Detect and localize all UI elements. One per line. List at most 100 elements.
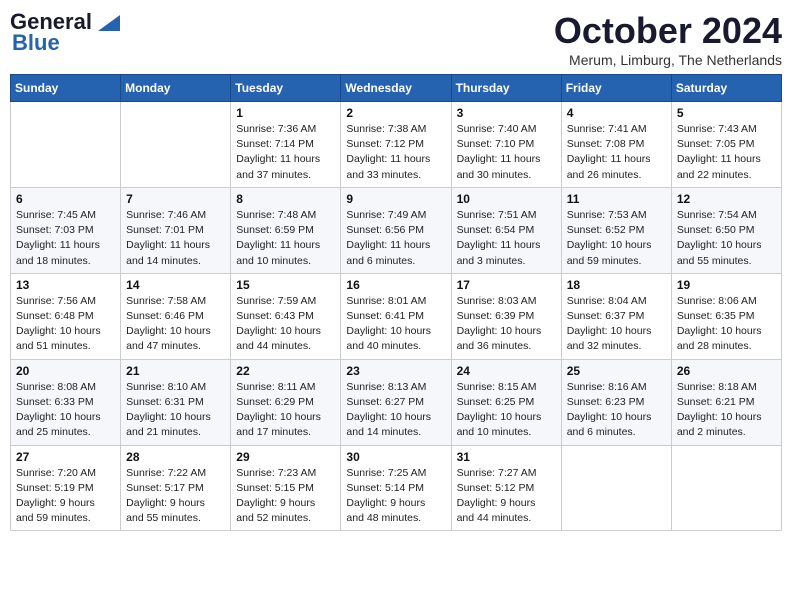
day-number: 28 [126,450,225,464]
calendar-cell: 21 Sunrise: 8:10 AM Sunset: 6:31 PM Dayli… [121,359,231,445]
day-info: Sunrise: 7:56 AM Sunset: 6:48 PM Dayligh… [16,294,115,355]
day-info: Sunrise: 7:25 AM Sunset: 5:14 PM Dayligh… [346,466,445,527]
day-number: 30 [346,450,445,464]
calendar-cell: 6Sunrise: 7:45 AM Sunset: 7:03 PM Daylig… [11,187,121,273]
day-info: Sunrise: 7:20 AM Sunset: 5:19 PM Dayligh… [16,466,115,527]
day-info: Sunrise: 8:06 AM Sunset: 6:35 PM Dayligh… [677,294,776,355]
day-info: Sunrise: 7:23 AM Sunset: 5:15 PM Dayligh… [236,466,335,527]
day-info: Sunrise: 7:41 AM Sunset: 7:08 PM Dayligh… [567,122,666,183]
calendar-cell: 28Sunrise: 7:22 AM Sunset: 5:17 PM Dayli… [121,445,231,531]
day-info: Sunrise: 7:59 AM Sunset: 6:43 PM Dayligh… [236,294,335,355]
location: Merum, Limburg, The Netherlands [554,52,782,68]
day-number: 23 [346,364,445,378]
calendar-cell: 18 Sunrise: 8:04 AM Sunset: 6:37 PM Dayli… [561,273,671,359]
day-number: 26 [677,364,776,378]
day-number: 3 [457,106,556,120]
day-info: Sunrise: 7:43 AM Sunset: 7:05 PM Dayligh… [677,122,776,183]
page-header: General Blue October 2024 Merum, Limburg… [10,10,782,68]
logo-blue: Blue [12,30,60,56]
weekday-header-saturday: Saturday [671,75,781,102]
weekday-header-monday: Monday [121,75,231,102]
calendar-cell: 3 Sunrise: 7:40 AM Sunset: 7:10 PM Daylig… [451,102,561,188]
calendar-cell: 15 Sunrise: 7:59 AM Sunset: 6:43 PM Dayli… [231,273,341,359]
day-number: 21 [126,364,225,378]
day-info: Sunrise: 7:51 AM Sunset: 6:54 PM Dayligh… [457,208,556,269]
calendar-week-1: 1 Sunrise: 7:36 AM Sunset: 7:14 PM Daylig… [11,102,782,188]
day-number: 16 [346,278,445,292]
calendar-cell: 16 Sunrise: 8:01 AM Sunset: 6:41 PM Dayli… [341,273,451,359]
day-info: Sunrise: 7:27 AM Sunset: 5:12 PM Dayligh… [457,466,556,527]
calendar-cell: 23 Sunrise: 8:13 AM Sunset: 6:27 PM Dayli… [341,359,451,445]
logo: General Blue [10,10,120,56]
calendar-cell [11,102,121,188]
day-number: 31 [457,450,556,464]
calendar-cell [121,102,231,188]
title-section: October 2024 Merum, Limburg, The Netherl… [554,10,782,68]
calendar-cell: 7Sunrise: 7:46 AM Sunset: 7:01 PM Daylig… [121,187,231,273]
day-number: 4 [567,106,666,120]
weekday-header-tuesday: Tuesday [231,75,341,102]
weekday-header-wednesday: Wednesday [341,75,451,102]
day-number: 15 [236,278,335,292]
day-info: Sunrise: 7:36 AM Sunset: 7:14 PM Dayligh… [236,122,335,183]
logo-icon [98,15,120,31]
calendar-cell: 11 Sunrise: 7:53 AM Sunset: 6:52 PM Dayli… [561,187,671,273]
day-info: Sunrise: 7:49 AM Sunset: 6:56 PM Dayligh… [346,208,445,269]
calendar-cell: 31 Sunrise: 7:27 AM Sunset: 5:12 PM Dayli… [451,445,561,531]
day-number: 27 [16,450,115,464]
day-number: 10 [457,192,556,206]
day-info: Sunrise: 8:01 AM Sunset: 6:41 PM Dayligh… [346,294,445,355]
day-info: Sunrise: 7:40 AM Sunset: 7:10 PM Dayligh… [457,122,556,183]
day-info: Sunrise: 8:10 AM Sunset: 6:31 PM Dayligh… [126,380,225,441]
calendar-cell: 2 Sunrise: 7:38 AM Sunset: 7:12 PM Daylig… [341,102,451,188]
calendar-cell: 1 Sunrise: 7:36 AM Sunset: 7:14 PM Daylig… [231,102,341,188]
day-info: Sunrise: 8:08 AM Sunset: 6:33 PM Dayligh… [16,380,115,441]
calendar-week-3: 13 Sunrise: 7:56 AM Sunset: 6:48 PM Dayli… [11,273,782,359]
calendar-cell: 4 Sunrise: 7:41 AM Sunset: 7:08 PM Daylig… [561,102,671,188]
day-info: Sunrise: 7:38 AM Sunset: 7:12 PM Dayligh… [346,122,445,183]
day-number: 18 [567,278,666,292]
day-number: 2 [346,106,445,120]
day-number: 20 [16,364,115,378]
weekday-header-friday: Friday [561,75,671,102]
day-number: 11 [567,192,666,206]
calendar-cell: 30 Sunrise: 7:25 AM Sunset: 5:14 PM Dayli… [341,445,451,531]
day-info: Sunrise: 7:53 AM Sunset: 6:52 PM Dayligh… [567,208,666,269]
day-info: Sunrise: 7:48 AM Sunset: 6:59 PM Dayligh… [236,208,335,269]
calendar-header-row: SundayMondayTuesdayWednesdayThursdayFrid… [11,75,782,102]
calendar-table: SundayMondayTuesdayWednesdayThursdayFrid… [10,74,782,531]
day-number: 13 [16,278,115,292]
day-number: 9 [346,192,445,206]
calendar-week-5: 27 Sunrise: 7:20 AM Sunset: 5:19 PM Dayli… [11,445,782,531]
calendar-cell: 20 Sunrise: 8:08 AM Sunset: 6:33 PM Dayli… [11,359,121,445]
day-number: 12 [677,192,776,206]
calendar-cell: 25Sunrise: 8:16 AM Sunset: 6:23 PM Dayli… [561,359,671,445]
day-number: 29 [236,450,335,464]
day-info: Sunrise: 8:11 AM Sunset: 6:29 PM Dayligh… [236,380,335,441]
calendar-cell: 13 Sunrise: 7:56 AM Sunset: 6:48 PM Dayli… [11,273,121,359]
day-number: 8 [236,192,335,206]
day-number: 5 [677,106,776,120]
calendar-cell: 8 Sunrise: 7:48 AM Sunset: 6:59 PM Daylig… [231,187,341,273]
calendar-cell: 26Sunrise: 8:18 AM Sunset: 6:21 PM Dayli… [671,359,781,445]
calendar-cell: 22Sunrise: 8:11 AM Sunset: 6:29 PM Dayli… [231,359,341,445]
calendar-cell: 27 Sunrise: 7:20 AM Sunset: 5:19 PM Dayli… [11,445,121,531]
calendar-cell: 10 Sunrise: 7:51 AM Sunset: 6:54 PM Dayli… [451,187,561,273]
calendar-cell: 14Sunrise: 7:58 AM Sunset: 6:46 PM Dayli… [121,273,231,359]
day-info: Sunrise: 8:16 AM Sunset: 6:23 PM Dayligh… [567,380,666,441]
day-info: Sunrise: 8:13 AM Sunset: 6:27 PM Dayligh… [346,380,445,441]
day-info: Sunrise: 8:04 AM Sunset: 6:37 PM Dayligh… [567,294,666,355]
day-number: 24 [457,364,556,378]
day-number: 17 [457,278,556,292]
day-info: Sunrise: 7:46 AM Sunset: 7:01 PM Dayligh… [126,208,225,269]
calendar-cell: 12 Sunrise: 7:54 AM Sunset: 6:50 PM Dayli… [671,187,781,273]
calendar-cell: 19Sunrise: 8:06 AM Sunset: 6:35 PM Dayli… [671,273,781,359]
calendar-week-4: 20 Sunrise: 8:08 AM Sunset: 6:33 PM Dayli… [11,359,782,445]
day-number: 1 [236,106,335,120]
weekday-header-sunday: Sunday [11,75,121,102]
month-title: October 2024 [554,10,782,52]
day-info: Sunrise: 7:58 AM Sunset: 6:46 PM Dayligh… [126,294,225,355]
day-info: Sunrise: 8:15 AM Sunset: 6:25 PM Dayligh… [457,380,556,441]
calendar-cell: 17Sunrise: 8:03 AM Sunset: 6:39 PM Dayli… [451,273,561,359]
day-info: Sunrise: 7:54 AM Sunset: 6:50 PM Dayligh… [677,208,776,269]
